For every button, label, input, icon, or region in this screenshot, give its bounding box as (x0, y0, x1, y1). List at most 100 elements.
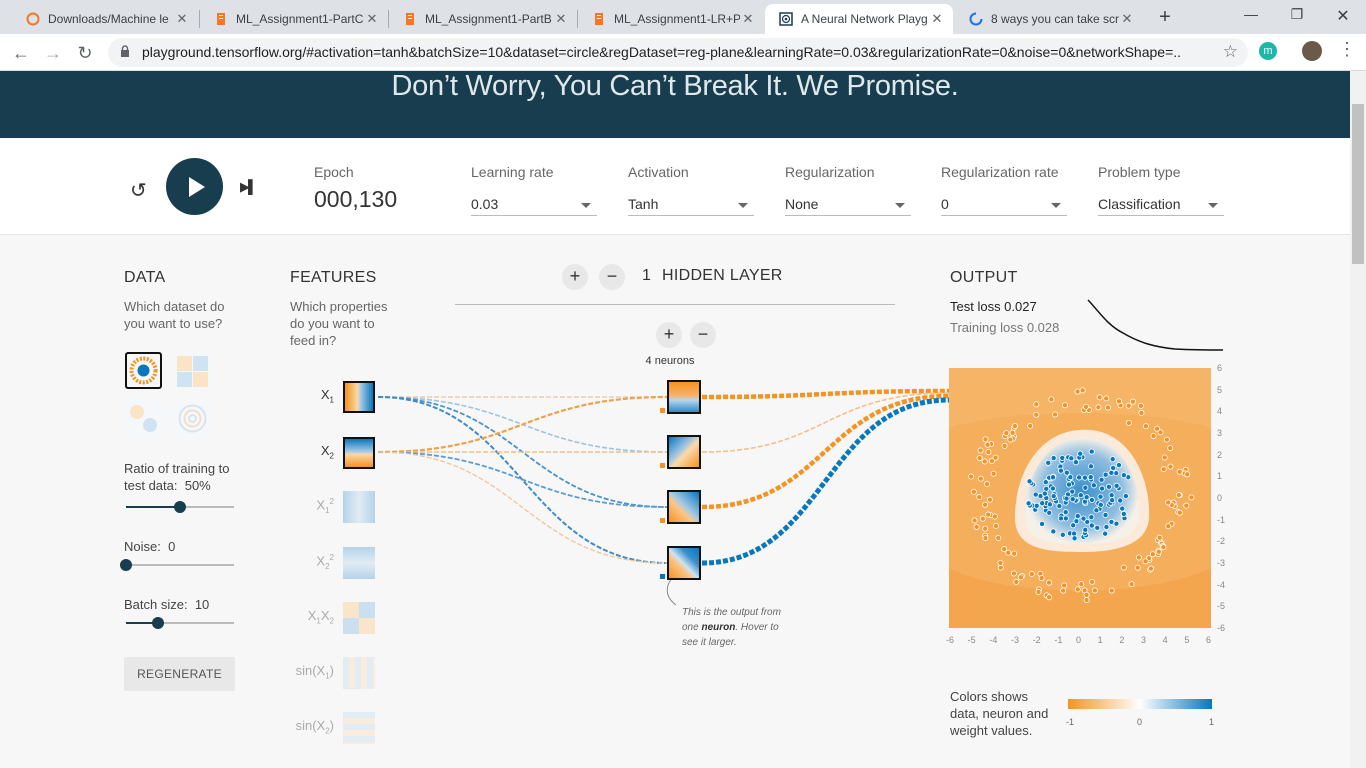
neuron-4-bias (660, 574, 665, 579)
data-point (1077, 492, 1084, 499)
data-point (970, 488, 977, 495)
data-point (1165, 523, 1172, 530)
browser-menu-icon[interactable]: ⋮ (1338, 39, 1356, 60)
data-point (1088, 463, 1095, 470)
tab-lr[interactable]: ML_Assignment1-LR+Pl ✕ (578, 4, 764, 34)
data-point (1067, 474, 1074, 481)
data-point (1110, 464, 1117, 471)
data-point (1094, 524, 1101, 531)
x-axis-tick: -3 (1011, 635, 1020, 645)
data-point (1161, 454, 1168, 461)
tab-partc[interactable]: ML_Assignment1-PartC ✕ (200, 4, 388, 34)
omnibox[interactable]: playground.tensorflow.org/#activation=ta… (108, 38, 1248, 67)
neuron-2-bias (660, 463, 665, 468)
data-point (985, 449, 992, 456)
data-point (1062, 509, 1069, 516)
neuron-1[interactable] (667, 380, 701, 414)
data-point (1063, 495, 1070, 502)
reload-icon[interactable]: ↻ (72, 40, 98, 66)
data-point (1039, 500, 1046, 507)
data-point (976, 494, 983, 501)
data-point (1167, 445, 1174, 452)
data-point (1120, 510, 1127, 517)
neuron-2[interactable] (667, 435, 701, 469)
data-point (990, 470, 997, 477)
address-bar-row: ← → ↻ playground.tensorflow.org/#activat… (0, 34, 1366, 71)
url-text[interactable]: playground.tensorflow.org/#activation=ta… (142, 44, 1182, 60)
data-point (1098, 476, 1105, 483)
new-tab-button[interactable]: + (1152, 5, 1178, 31)
back-arrow-icon[interactable]: ← (8, 40, 34, 66)
data-point (984, 441, 991, 448)
data-point (993, 522, 1000, 529)
data-point (1163, 436, 1170, 443)
data-point (1068, 455, 1075, 462)
link-n3-out[interactable] (701, 393, 950, 510)
tab-close-icon[interactable]: ✕ (364, 11, 380, 27)
data-point (1025, 500, 1032, 507)
data-point (1057, 515, 1064, 522)
data-point (997, 559, 1004, 566)
jupyter-notebook-icon (406, 13, 414, 25)
data-point (968, 473, 975, 480)
data-point (986, 496, 993, 503)
neuron-4[interactable] (667, 546, 701, 580)
tab-screenshots[interactable]: 8 ways you can take scr ✕ (955, 4, 1143, 34)
data-point (1087, 474, 1094, 481)
restore-icon[interactable]: ❐ (1274, 6, 1320, 28)
tab-close-icon[interactable]: ✕ (174, 11, 190, 27)
loss-curve (1087, 299, 1224, 351)
data-point (1128, 581, 1135, 588)
legend-tick-min: -1 (1066, 717, 1075, 727)
tab-playground[interactable]: A Neural Network Playg ✕ (765, 4, 953, 34)
tab-close-icon[interactable]: ✕ (929, 11, 945, 27)
loading-ring-icon (26, 12, 40, 26)
data-point (1041, 490, 1048, 497)
data-point (1115, 462, 1122, 469)
data-point (1108, 492, 1115, 499)
data-point (1011, 550, 1018, 557)
tab-downloads[interactable]: Downloads/Machine le ✕ (12, 4, 198, 34)
data-point (988, 457, 995, 464)
y-axis-tick: 5 (1217, 384, 1223, 395)
tab-close-icon[interactable]: ✕ (740, 11, 756, 27)
tab-title: 8 ways you can take scr (991, 12, 1119, 26)
minimize-icon[interactable]: — (1228, 6, 1274, 28)
link-x2-n1[interactable] (377, 395, 668, 454)
data-point (1097, 493, 1104, 500)
data-point (1083, 403, 1090, 410)
data-point (1156, 534, 1163, 541)
profile-avatar[interactable] (1302, 41, 1322, 61)
x-axis-tick: 0 (1076, 635, 1082, 645)
link-n1-out[interactable] (701, 388, 950, 400)
legend-tick-zero: 0 (1137, 717, 1143, 727)
link-x2-n3[interactable] (377, 451, 668, 508)
data-point (1120, 564, 1127, 571)
bookmark-star-icon[interactable]: ☆ (1223, 42, 1238, 62)
neuron-3[interactable] (667, 490, 701, 524)
output-heatmap[interactable] (949, 368, 1211, 628)
data-point (1077, 450, 1084, 457)
tab-partb[interactable]: ML_Assignment1-PartB ✕ (389, 4, 577, 34)
data-point (982, 535, 989, 542)
data-point (1081, 474, 1088, 481)
data-point (1137, 402, 1144, 409)
window-close-icon[interactable]: ✕ (1320, 6, 1366, 28)
data-point (1082, 526, 1089, 533)
data-point (1009, 429, 1016, 436)
tab-close-icon[interactable]: ✕ (1119, 11, 1135, 27)
data-point (1056, 503, 1063, 510)
extension-icon[interactable]: m (1259, 42, 1277, 60)
link-x2-n4[interactable] (377, 451, 668, 564)
tab-close-icon[interactable]: ✕ (553, 11, 569, 27)
scrollbar-thumb[interactable] (1352, 104, 1364, 264)
forward-arrow-icon[interactable]: → (40, 40, 66, 66)
jupyter-notebook-icon (595, 13, 603, 25)
data-point (976, 455, 983, 462)
data-point (1050, 493, 1057, 500)
data-point (1003, 430, 1010, 437)
data-point (1102, 471, 1109, 478)
legend-tick-max: 1 (1209, 717, 1215, 727)
data-point (1167, 463, 1174, 470)
link-n4-out[interactable] (701, 397, 950, 566)
